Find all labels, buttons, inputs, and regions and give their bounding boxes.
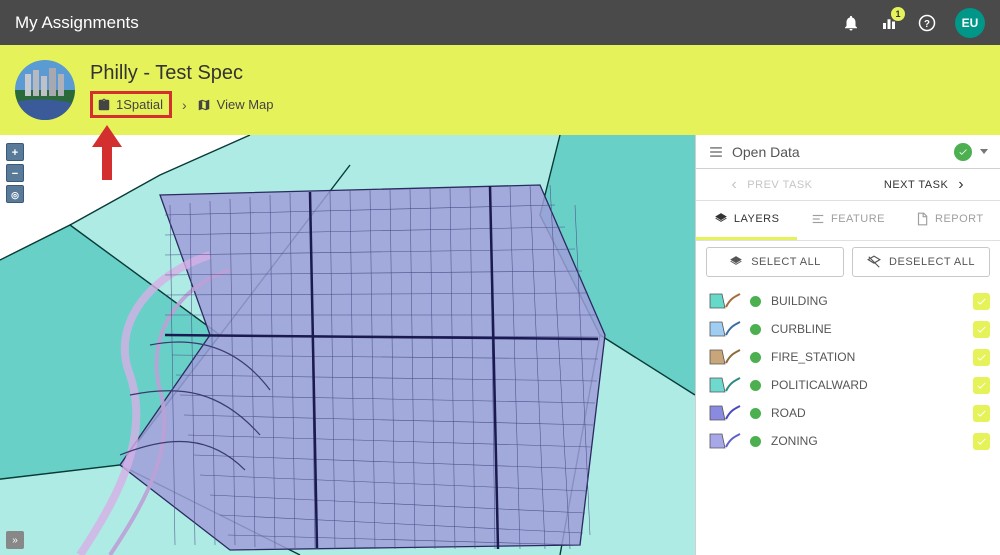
- zoom-out-button[interactable]: −: [6, 164, 24, 182]
- report-icon: [915, 212, 929, 226]
- prev-task-label: PREV TASK: [747, 179, 812, 191]
- chart-icon[interactable]: 1: [879, 13, 899, 33]
- layer-state-dot: [750, 324, 761, 335]
- tab-layers[interactable]: LAYERS: [696, 201, 797, 240]
- deselect-all-button[interactable]: DESELECT ALL: [852, 247, 990, 277]
- breadcrumb: 1Spatial › View Map: [90, 91, 274, 118]
- help-icon[interactable]: ?: [917, 13, 937, 33]
- layer-visible-toggle[interactable]: [973, 321, 990, 338]
- select-row: SELECT ALL DESELECT ALL: [696, 241, 1000, 283]
- layer-state-dot: [750, 352, 761, 363]
- svg-text:?: ?: [924, 18, 930, 29]
- chevron-right-icon: ›: [182, 97, 187, 113]
- layer-name-label: POLITICALWARD: [771, 378, 969, 392]
- layer-state-dot: [750, 408, 761, 419]
- prev-task-button: ‹ PREV TASK: [696, 169, 848, 200]
- layer-state-dot: [750, 296, 761, 307]
- dropdown-icon: [980, 149, 988, 154]
- avatar[interactable]: EU: [955, 8, 985, 38]
- list-icon: [708, 145, 724, 159]
- legend-swatch: [706, 402, 744, 424]
- chevron-left-icon: ‹: [731, 176, 737, 194]
- layer-visible-toggle[interactable]: [973, 405, 990, 422]
- layer-list: BUILDING CURBLINE FIRE_STATION POLITICALWAR…: [696, 283, 1000, 555]
- tab-feature-label: FEATURE: [831, 213, 885, 225]
- legend-swatch: [706, 374, 744, 396]
- layer-row[interactable]: POLITICALWARD: [706, 371, 990, 399]
- layer-name-label: BUILDING: [771, 294, 969, 308]
- topbar-actions: 1 ? EU: [841, 8, 985, 38]
- expand-panel-button[interactable]: »: [6, 531, 24, 549]
- layer-visible-toggle[interactable]: [973, 433, 990, 450]
- project-thumbnail: [15, 60, 75, 120]
- feature-icon: [811, 212, 825, 226]
- layer-visible-toggle[interactable]: [973, 293, 990, 310]
- layers-icon: [714, 212, 728, 226]
- breadcrumb-viewmap-label: View Map: [217, 97, 274, 112]
- chart-badge: 1: [891, 7, 905, 21]
- map-controls: + − ◎: [6, 143, 24, 203]
- next-task-label: NEXT TASK: [884, 179, 948, 191]
- legend-swatch: [706, 290, 744, 312]
- breadcrumb-org[interactable]: 1Spatial: [90, 91, 172, 118]
- layer-name-label: ROAD: [771, 406, 969, 420]
- locate-button[interactable]: ◎: [6, 185, 24, 203]
- page-title: My Assignments: [15, 13, 139, 33]
- legend-swatch: [706, 346, 744, 368]
- layer-name-label: ZONING: [771, 434, 969, 448]
- layers-filled-icon: [729, 255, 743, 269]
- tab-report[interactable]: REPORT: [899, 201, 1000, 240]
- status-ok-icon: [954, 143, 972, 161]
- panel-tabs: LAYERS FEATURE REPORT: [696, 201, 1000, 241]
- select-all-button[interactable]: SELECT ALL: [706, 247, 844, 277]
- layer-visible-toggle[interactable]: [973, 349, 990, 366]
- layer-row[interactable]: CURBLINE: [706, 315, 990, 343]
- layer-visible-toggle[interactable]: [973, 377, 990, 394]
- dataset-bar[interactable]: Open Data: [696, 135, 1000, 169]
- legend-swatch: [706, 318, 744, 340]
- tab-report-label: REPORT: [935, 213, 984, 225]
- select-all-label: SELECT ALL: [751, 256, 821, 268]
- deselect-all-label: DESELECT ALL: [889, 256, 975, 268]
- tab-feature[interactable]: FEATURE: [797, 201, 898, 240]
- right-panel: Open Data ‹ PREV TASK NEXT TASK › L: [695, 135, 1000, 555]
- chevron-right-icon: ›: [958, 176, 964, 194]
- map-canvas[interactable]: + − ◎: [0, 135, 695, 555]
- layers-off-icon: [867, 255, 881, 269]
- layer-row[interactable]: ZONING: [706, 427, 990, 455]
- map-svg: [0, 135, 695, 555]
- breadcrumb-org-label: 1Spatial: [116, 97, 163, 112]
- tab-layers-label: LAYERS: [734, 213, 780, 225]
- bell-icon[interactable]: [841, 13, 861, 33]
- layer-state-dot: [750, 380, 761, 391]
- clipboard-icon: [97, 98, 111, 112]
- map-icon: [197, 98, 211, 112]
- layer-name-label: FIRE_STATION: [771, 350, 969, 364]
- main: + − ◎: [0, 135, 1000, 555]
- dataset-name: Open Data: [732, 144, 800, 160]
- legend-swatch: [706, 430, 744, 452]
- layer-name-label: CURBLINE: [771, 322, 969, 336]
- layer-row[interactable]: FIRE_STATION: [706, 343, 990, 371]
- project-title: Philly - Test Spec: [90, 62, 274, 85]
- zoom-in-button[interactable]: +: [6, 143, 24, 161]
- breadcrumb-viewmap[interactable]: View Map: [197, 97, 274, 112]
- layer-state-dot: [750, 436, 761, 447]
- next-task-button[interactable]: NEXT TASK ›: [848, 169, 1000, 200]
- topbar: My Assignments 1 ? EU: [0, 0, 1000, 45]
- task-nav: ‹ PREV TASK NEXT TASK ›: [696, 169, 1000, 201]
- header-text: Philly - Test Spec 1Spatial › View Map: [90, 62, 274, 118]
- layer-row[interactable]: ROAD: [706, 399, 990, 427]
- header: Philly - Test Spec 1Spatial › View Map: [0, 45, 1000, 135]
- layer-row[interactable]: BUILDING: [706, 287, 990, 315]
